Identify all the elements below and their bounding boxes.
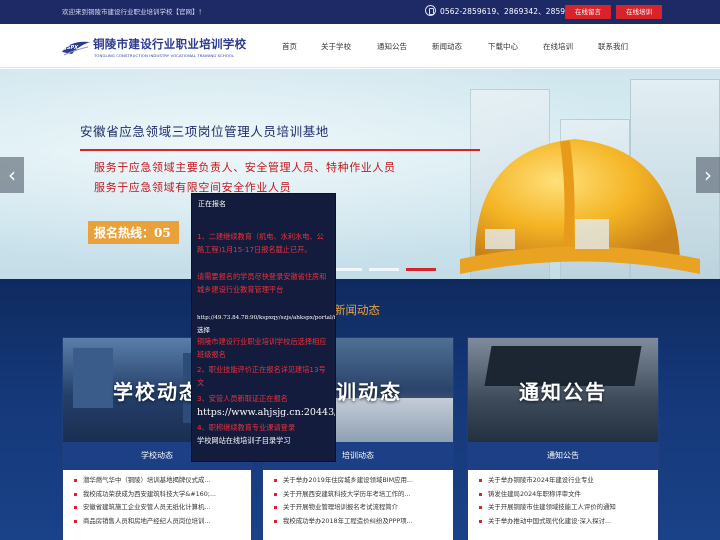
list-item[interactable]: 关于举办推动中国式现代化建设·深入探讨... — [476, 515, 648, 529]
card-image[interactable]: 通知公告 — [468, 338, 658, 442]
phone-numbers: 0562-2859619、2869342、2859199 — [440, 7, 580, 16]
news-card-notice[interactable]: 通知公告 通知公告 关于举办铜陵市2024年建设行业专业 铸发住建局2024年职… — [467, 337, 659, 540]
nav-home[interactable]: 首页 — [282, 41, 297, 52]
popup-item-2[interactable]: 2、职业技能评价正在报名详见建培13号文 — [197, 364, 329, 390]
list-item[interactable]: 铸发住建局2024年职称评审文件 — [476, 488, 648, 502]
nav-notices[interactable]: 通知公告 — [377, 41, 407, 52]
online-training-button[interactable]: 在线培训 — [616, 5, 662, 19]
banner-pagination — [332, 268, 436, 271]
nav-contact[interactable]: 联系我们 — [598, 41, 628, 52]
online-message-button[interactable]: 在线留言 — [565, 5, 611, 19]
list-item[interactable]: 关于举办2019年住房城乡建设领域BIM应用... — [271, 474, 443, 488]
card-list: 关于举办2019年住房城乡建设领域BIM应用... 关于开展西安建筑科技大学历年… — [271, 474, 443, 528]
school-name-english: TONGLING CONSTRUCTION INDUSTRY VOCATIONA… — [94, 53, 235, 58]
phone-icon — [425, 5, 436, 16]
safety-helmet-icon — [460, 139, 700, 274]
enrollment-notice-popup[interactable]: 正在报名 1、二建继续教育（机电、水利水电、公路工程)1月15-17日报名截止已… — [191, 193, 336, 462]
popup-heading: 正在报名 — [198, 200, 226, 208]
card-list: 潜华燃气华中（铜陵）培训基地揭牌仪式成... 我校成功荣获成为西安建筑科技大学&… — [71, 474, 243, 528]
banner-dot-3[interactable] — [406, 268, 436, 271]
popup-item-1b[interactable]: 请需要报名的学员尽快登录安徽省住房和城乡建设行业教育管理平台 — [197, 271, 329, 297]
card-list: 关于举办铜陵市2024年建设行业专业 铸发住建局2024年职称评审文件 关于开展… — [476, 474, 648, 528]
section-title: 新闻动态 — [334, 303, 380, 317]
list-item[interactable]: 商品房销售人员和房地产经纪人员岗位培训... — [71, 515, 243, 529]
banner-prev-button[interactable]: ‹ — [0, 157, 24, 193]
hero-banner[interactable]: 安徽省应急领域三项岗位管理人员培训基地 服务于应急领域主要负责人、安全管理人员、… — [0, 69, 720, 279]
school-name[interactable]: 铜陵市建设行业职业培训学校 — [93, 36, 246, 52]
top-bar: 欢迎来到铜陵市建设行业职业培训学校【官网】！ 0562-2859619、2869… — [0, 0, 720, 24]
list-item[interactable]: 关于开展铜陵市住建领域技能工人评价的通知 — [476, 501, 648, 515]
banner-title: 安徽省应急领域三项岗位管理人员培训基地 — [80, 124, 329, 139]
list-item[interactable]: 我校成功举办2018年工程造价纠纷及PPP项... — [271, 515, 443, 529]
nav-downloads[interactable]: 下载中心 — [488, 41, 518, 52]
popup-item-3[interactable]: 3、安管人员新取证正在报名 — [197, 393, 335, 406]
popup-item-1c[interactable]: 铜陵市建设行业职业培训学校后选择相应班级报名 — [197, 336, 329, 362]
popup-url-2[interactable]: https://www.ahjsjg.cn:20443/notice/14 — [197, 406, 335, 419]
nav-online-training[interactable]: 在线培训 — [543, 41, 573, 52]
popup-url-1[interactable]: http://49.73.84.78:90/kspxqy/szjs/ahkspx… — [197, 314, 335, 322]
banner-hotline: 报名热线：05 — [88, 221, 179, 244]
nav-about[interactable]: 关于学校 — [321, 41, 351, 52]
school-logo-icon[interactable]: JSPX — [60, 38, 92, 58]
site-header: JSPX 铜陵市建设行业职业培训学校 TONGLING CONSTRUCTION… — [0, 24, 720, 68]
nav-news[interactable]: 新闻动态 — [432, 41, 462, 52]
list-item[interactable]: 关于举办铜陵市2024年建设行业专业 — [476, 474, 648, 488]
banner-next-button[interactable]: › — [696, 157, 720, 193]
popup-item-4b[interactable]: 学校网站在线培训子目录学习 — [197, 435, 329, 448]
list-item[interactable]: 潜华燃气华中（铜陵）培训基地揭牌仪式成... — [71, 474, 243, 488]
banner-divider — [80, 149, 480, 151]
list-item[interactable]: 我校成功荣获成为西安建筑科技大学&#160;... — [71, 488, 243, 502]
logo-badge-text: JSPX — [64, 45, 79, 51]
popup-item-4[interactable]: 4、职称继续教育专业课请登录 — [197, 422, 329, 435]
list-item[interactable]: 安徽省建筑施工企业安管人员无纸化计算机... — [71, 501, 243, 515]
card-caption[interactable]: 通知公告 — [468, 442, 658, 470]
card-image-text: 通知公告 — [519, 380, 607, 404]
list-item[interactable]: 关于开展物业管理培训报名考试流程简介 — [271, 501, 443, 515]
banner-line-1: 服务于应急领域主要负责人、安全管理人员、特种作业人员 — [94, 161, 396, 174]
banner-dot-1[interactable] — [332, 268, 362, 271]
popup-item-1[interactable]: 1、二建继续教育（机电、水利水电、公路工程)1月15-17日报名截止已开。 — [197, 231, 329, 257]
welcome-text: 欢迎来到铜陵市建设行业职业培训学校【官网】！ — [62, 8, 205, 16]
list-item[interactable]: 关于开展西安建筑科技大学历年考培工作的... — [271, 488, 443, 502]
banner-dot-2[interactable] — [369, 268, 399, 271]
popup-choose: 选择 — [197, 326, 210, 334]
